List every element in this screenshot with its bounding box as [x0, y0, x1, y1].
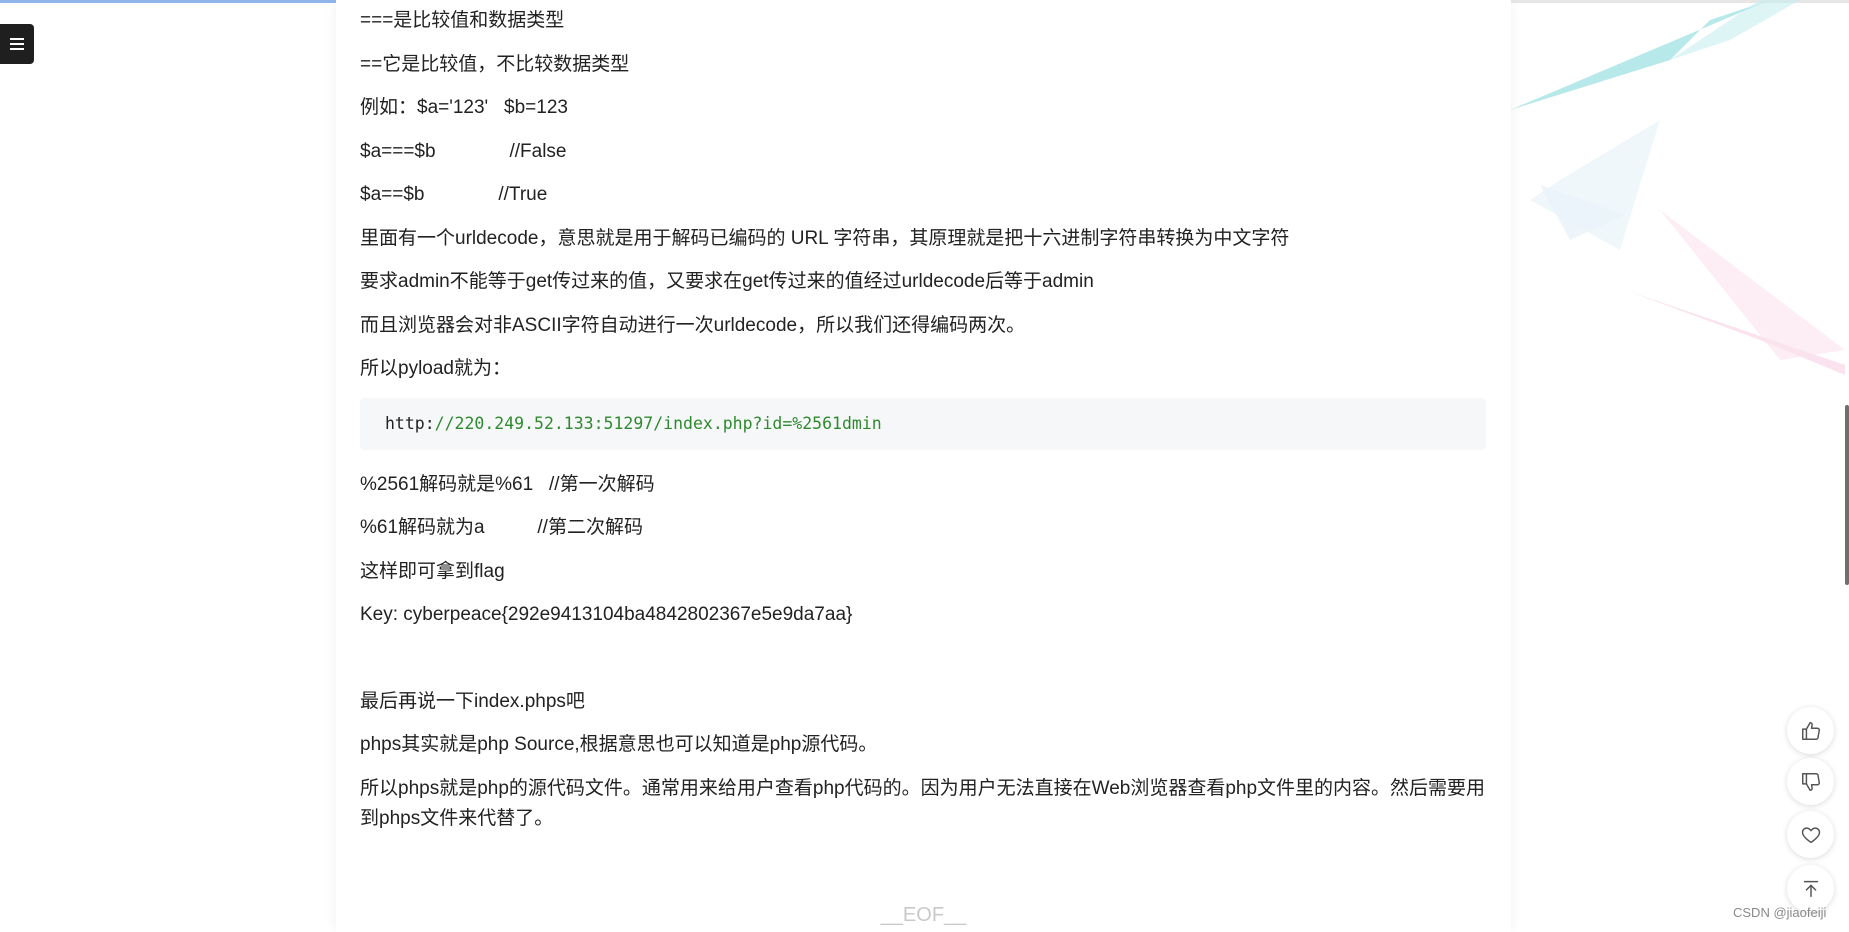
paragraph: 里面有一个urldecode，意思就是用于解码已编码的 URL 字符串，其原理就… — [360, 227, 1290, 249]
end-of-article-marker: __EOF__ — [880, 904, 967, 926]
paragraph: phps其实就是php Source,根据意思也可以知道是php源代码。 — [360, 734, 878, 755]
paragraph: 所以phps就是php的源代码文件。通常用来给用户查看php代码的。因为用户无法… — [360, 777, 1486, 829]
paragraph: %2561解码就是%61 //第一次解码 — [360, 473, 655, 495]
code-block[interactable]: http://220.249.52.133:51297/index.php?id… — [360, 397, 1486, 450]
thumbs-down-icon — [1801, 772, 1820, 791]
thumbs-up-icon — [1801, 721, 1820, 740]
paragraph: %61解码就为a //第二次解码 — [360, 517, 643, 538]
arrow-up-icon — [1803, 880, 1818, 897]
paragraph: $a===$b //False — [360, 140, 567, 162]
paragraph: ===是比较值和数据类型 — [360, 10, 565, 31]
code-url: //220.249.52.133:51297/index.php?id=%256… — [434, 413, 882, 433]
paragraph: $a==$b //True — [360, 184, 548, 205]
paragraph: ==它是比较值，不比较数据类型 — [360, 53, 630, 75]
scrollbar-thumb[interactable] — [1845, 405, 1849, 585]
paragraph: Key: cyberpeace{292e9413104ba4842802367e… — [360, 604, 853, 625]
paragraph: 这样即可拿到flag — [360, 560, 505, 582]
article-body: ===是比较值和数据类型 ==它是比较值，不比较数据类型 例如：$a='123'… — [360, 6, 1486, 847]
dislike-button[interactable] — [1787, 758, 1834, 805]
article-card: ===是比较值和数据类型 ==它是比较值，不比较数据类型 例如：$a='123'… — [336, 0, 1511, 932]
paragraph: 最后再说一下index.phps吧 — [360, 690, 585, 712]
hamburger-icon — [10, 38, 24, 50]
paragraph: 例如：$a='123' $b=123 — [360, 97, 568, 118]
menu-toggle-button[interactable] — [0, 24, 34, 64]
watermark: CSDN @jiaofeiji — [1733, 905, 1827, 920]
like-button[interactable] — [1787, 707, 1834, 754]
favorite-button[interactable] — [1787, 811, 1834, 858]
heart-icon — [1801, 826, 1820, 843]
paragraph: 而且浏览器会对非ASCII字符自动进行一次urldecode，所以我们还得编码两… — [360, 314, 1026, 336]
code-protocol: http: — [385, 413, 435, 433]
paragraph: 所以pyload就为： — [360, 358, 511, 379]
paragraph: 要求admin不能等于get传过来的值，又要求在get传过来的值经过urldec… — [360, 271, 1094, 292]
